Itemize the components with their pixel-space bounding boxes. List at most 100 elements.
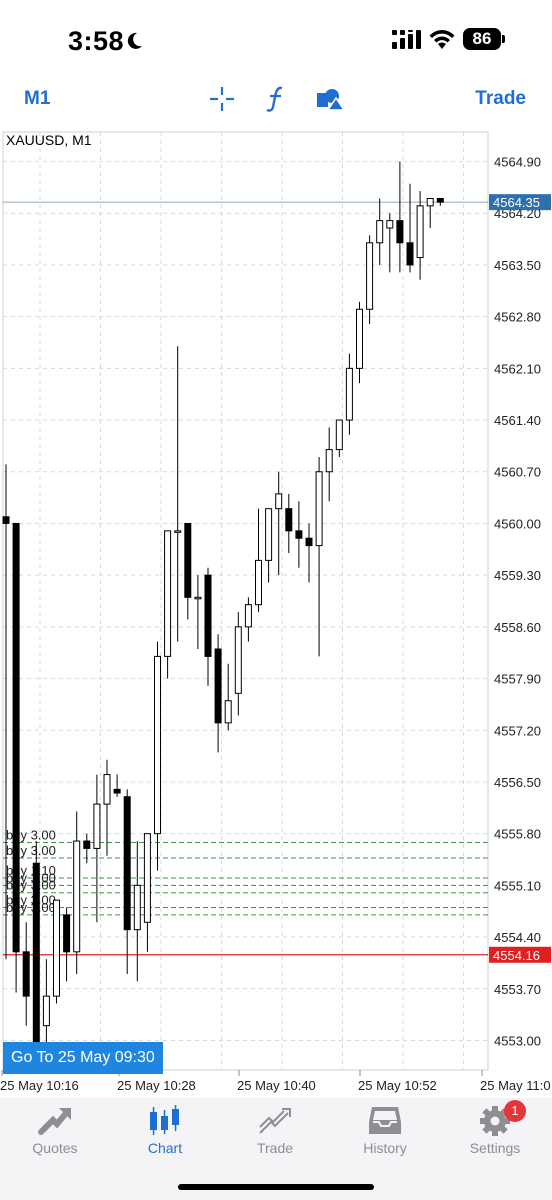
candle-body (103, 774, 111, 805)
symbol-label: XAUUSD, M1 (6, 132, 92, 148)
candle-body (184, 522, 192, 598)
chart-icon (150, 1105, 179, 1135)
battery-tip (502, 35, 505, 43)
chart-toolbar: M1 Trade (0, 80, 552, 124)
timeframe-button[interactable]: M1 (24, 88, 50, 110)
candle-body (63, 914, 71, 953)
price-tick-label: 4562.10 (494, 361, 541, 376)
trade-button[interactable]: Trade (475, 88, 526, 110)
bid-price-label: 4564.35 (493, 195, 540, 210)
candle-body (295, 530, 303, 539)
price-tick-label: 4560.70 (494, 465, 541, 480)
time-tick-label: 25 May 10:52 (358, 1078, 437, 1093)
tab-label: Trade (256, 1140, 294, 1156)
tab-label: Quotes (32, 1140, 78, 1156)
candle-body (143, 833, 151, 923)
tab-chart[interactable]: Chart (110, 1098, 220, 1168)
tab-quotes[interactable]: Quotes (0, 1098, 110, 1168)
price-tick-label: 4557.90 (494, 672, 541, 687)
candle-body (154, 655, 161, 835)
candle-body (204, 574, 212, 657)
price-tick-label: 4557.20 (494, 723, 541, 738)
tab-history[interactable]: History (330, 1098, 440, 1168)
candle-body (356, 308, 363, 369)
price-tick-label: 4564.90 (494, 155, 541, 170)
candle-body (224, 700, 232, 724)
candle-body (73, 840, 81, 953)
candle-body (244, 604, 252, 628)
wifi-icon (429, 30, 455, 49)
indicators-icon[interactable] (262, 84, 292, 114)
price-tick-label: 4563.50 (494, 258, 541, 273)
time-tick-label: 25 May 11:0 (480, 1078, 551, 1093)
price-tick-label: 4554.40 (494, 930, 541, 945)
candle-body (335, 419, 343, 451)
price-tick-label: 4556.50 (494, 775, 541, 790)
candle-body (255, 559, 262, 606)
moon-icon (127, 32, 142, 49)
price-tick-label: 4560.00 (494, 516, 541, 531)
price-chart[interactable]: 4564.904564.204563.504562.804562.104561.… (0, 126, 552, 1098)
tab-label: Chart (147, 1140, 183, 1156)
notification-badge: 1 (504, 1100, 526, 1122)
trade-icon (259, 1108, 291, 1134)
candle-body (42, 995, 50, 1027)
price-tick-label: 4558.60 (494, 620, 541, 635)
tab-label: Settings (469, 1140, 521, 1156)
cellular-signal-icon (392, 30, 421, 49)
price-tick-label: 4561.40 (494, 413, 541, 428)
candle-body (305, 537, 313, 547)
price-tick-label: 4553.70 (494, 982, 541, 997)
candle-body (426, 197, 434, 207)
candle-body (376, 220, 384, 244)
order-price-label: 4554.16 (493, 948, 540, 963)
objects-icon[interactable] (315, 84, 345, 114)
candle-body (194, 596, 202, 600)
candle-body (285, 508, 293, 532)
candle-body (436, 197, 444, 203)
candle-body (396, 220, 404, 244)
price-tick-label: 4559.30 (494, 568, 541, 583)
candle-body (214, 648, 222, 724)
candle-body (345, 367, 353, 421)
status-bar: 3:58 86 (0, 0, 552, 80)
candle-body (315, 471, 323, 547)
tab-bar: Quotes Chart Trade History 1 Settings (0, 1098, 552, 1200)
tab-label: History (363, 1140, 407, 1156)
status-time: 3:58 (68, 26, 125, 56)
chart-area[interactable]: 4564.90 4564.20 4563.50 4562.80 4562.10 4561.… (0, 126, 552, 1098)
candle-body (2, 516, 10, 524)
candle-body (164, 530, 172, 657)
crosshair-icon[interactable] (207, 84, 237, 114)
candle-body (174, 530, 182, 533)
candle-body (113, 788, 121, 794)
candle-body (265, 508, 273, 561)
tab-trade[interactable]: Trade (220, 1098, 330, 1168)
time-tick-label: 25 May 10:40 (237, 1078, 316, 1093)
history-icon (369, 1107, 401, 1134)
tab-settings[interactable]: 1 Settings (440, 1098, 550, 1168)
candle-body (12, 522, 20, 953)
candle-body (275, 493, 283, 510)
goto-button[interactable]: Go To 25 May 09:30 (3, 1042, 163, 1074)
price-tick-label: 4562.80 (494, 310, 541, 325)
candle-body (93, 803, 101, 849)
candle-body (416, 205, 424, 259)
price-tick-label: 4555.10 (494, 878, 541, 893)
candle-body (234, 626, 242, 694)
candle-body (123, 796, 131, 931)
time-tick-label: 25 May 10:16 (0, 1078, 79, 1093)
battery-icon: 86 (463, 28, 501, 50)
quotes-icon (38, 1108, 71, 1135)
price-tick-label: 4553.00 (494, 1033, 541, 1048)
candle-body (406, 242, 414, 266)
candle-body (32, 862, 40, 1047)
candle-body (325, 449, 333, 473)
candle-body (83, 840, 91, 849)
time-tick-label: 25 May 10:28 (117, 1078, 196, 1093)
candle-body (53, 899, 60, 997)
candle-body (133, 884, 141, 931)
price-tick-label: 4555.80 (494, 827, 541, 842)
candle-body (22, 951, 30, 997)
candle-body (386, 220, 394, 229)
